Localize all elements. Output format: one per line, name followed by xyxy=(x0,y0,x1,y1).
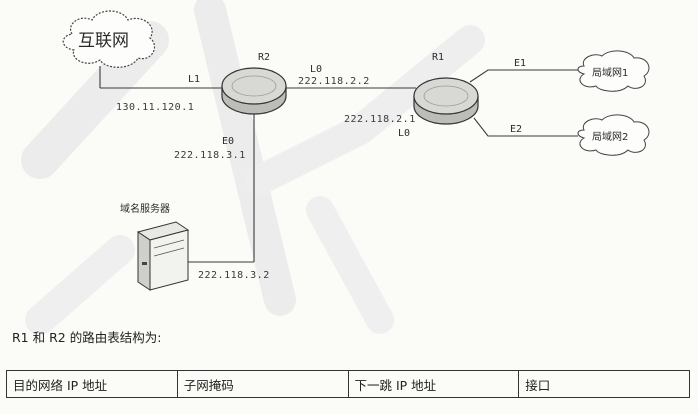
server-label: 域名服务器 xyxy=(120,202,170,215)
router-r2-label: R2 xyxy=(258,52,270,63)
router-r1: R1 xyxy=(413,52,479,125)
internet-cloud: 互联网 xyxy=(62,10,155,68)
header-destination-ip: 目的网络 IP 地址 xyxy=(6,370,178,398)
link-r1-lan2 xyxy=(473,117,578,137)
header-interface: 接口 xyxy=(518,370,690,398)
router-r1-label: R1 xyxy=(432,52,444,63)
routing-table-header-row: 目的网络 IP 地址 子网掩码 下一跳 IP 地址 接口 xyxy=(6,370,690,398)
r2-e0-label: E0 xyxy=(222,136,234,147)
r2-l1-label: L1 xyxy=(188,74,200,85)
caption-text: R1 和 R2 的路由表结构为: xyxy=(12,330,162,345)
router-r2: R2 xyxy=(221,52,287,115)
r2-l0-ip: 222.118.2.2 xyxy=(298,76,370,87)
header-next-hop-ip: 下一跳 IP 地址 xyxy=(347,370,520,398)
lan2-label: 局域网2 xyxy=(592,130,628,143)
r2-l0-label: L0 xyxy=(310,64,322,75)
lan1-label: 局域网1 xyxy=(592,66,628,79)
link-r1-lan1 xyxy=(469,69,578,83)
lan1-node: 局域网1 xyxy=(577,50,650,92)
r1-e1-label: E1 xyxy=(514,58,526,69)
r2-e0-ip: 222.118.3.1 xyxy=(174,150,246,161)
internet-label: 互联网 xyxy=(78,31,129,51)
server-ip: 222.118.3.2 xyxy=(198,270,270,281)
dns-server: 域名服务器 xyxy=(120,202,190,291)
r1-e2-label: E2 xyxy=(510,124,522,135)
r1-l0-ip: 222.118.2.1 xyxy=(344,114,416,125)
routing-table: 目的网络 IP 地址 子网掩码 下一跳 IP 地址 接口 xyxy=(6,370,690,398)
r2-l1-ip: 130.11.120.1 xyxy=(116,102,194,113)
r1-l0-label: L0 xyxy=(398,128,410,139)
header-subnet-mask: 子网掩码 xyxy=(176,370,349,398)
network-diagram: 互联网 R2 R1 局域网1 局域网2 域名服务器 L1 L0 E0 L0 E1… xyxy=(62,10,650,291)
lan2-node: 局域网2 xyxy=(577,114,650,156)
